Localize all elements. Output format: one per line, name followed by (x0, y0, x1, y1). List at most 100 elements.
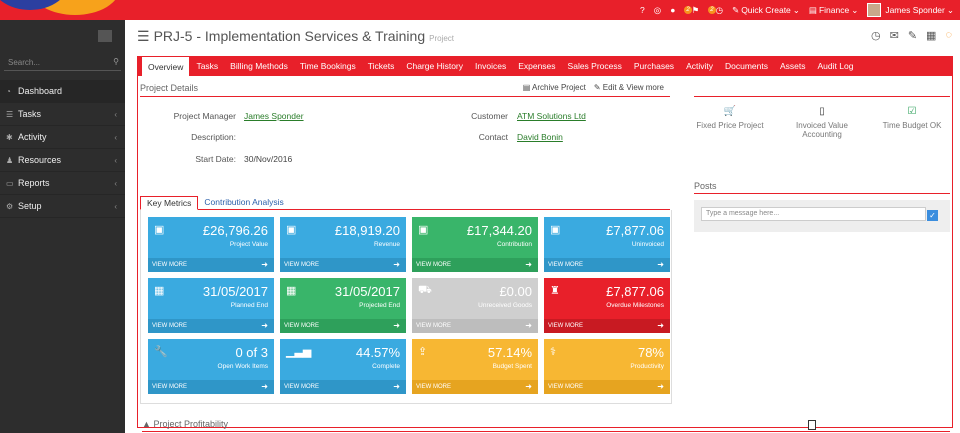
tab-billing-methods[interactable]: Billing Methods (224, 56, 294, 76)
tab-tasks[interactable]: Tasks (190, 56, 224, 76)
view-more-link[interactable]: VIEW MORE ➜ (412, 319, 538, 333)
chevron-left-icon: ‹ (114, 201, 117, 211)
sidebar-toggle-button[interactable] (98, 30, 112, 42)
tab-expenses[interactable]: Expenses (512, 56, 561, 76)
calendar-icon[interactable]: ▦ (926, 29, 936, 42)
fixed-price-label: Fixed Price Project (696, 121, 764, 130)
view-more-label: VIEW MORE (416, 384, 452, 390)
arrow-right-icon: ➜ (657, 382, 664, 391)
tab-audit-log[interactable]: Audit Log (812, 56, 860, 76)
sidebar-item-setup[interactable]: ⚙ Setup ‹ (0, 195, 125, 218)
document-icon: ▯ (819, 106, 825, 117)
money-icon: ▣ (418, 224, 429, 236)
pencil-icon[interactable]: ✎ (908, 29, 917, 42)
view-more-link[interactable]: VIEW MORE ➜ (412, 258, 538, 272)
help-icon[interactable]: ? (640, 5, 645, 15)
notifications-icon[interactable]: 2 ⚑ (684, 5, 699, 16)
budget-spent-tile[interactable]: ⇪ 57.14% Budget Spent VIEW MORE ➜ (412, 339, 538, 394)
tile-label: Productivity (630, 363, 664, 370)
sidebar-item-activity[interactable]: ✱ Activity ‹ (0, 126, 125, 149)
tab-key-metrics[interactable]: Key Metrics (140, 196, 199, 210)
tile-value: 31/05/2017 (334, 284, 400, 299)
company-logo[interactable] (0, 0, 125, 20)
view-more-link[interactable]: VIEW MORE ➜ (148, 380, 274, 394)
resources-icon: ♟ (6, 155, 14, 165)
tab-activity[interactable]: Activity (680, 56, 719, 76)
view-more-link[interactable]: VIEW MORE ➜ (412, 380, 538, 394)
sidebar-item-label: Resources (18, 155, 62, 165)
mouse-cursor (808, 420, 816, 430)
view-more-link[interactable]: VIEW MORE ➜ (544, 258, 670, 272)
archive-icon: ▤ (522, 83, 531, 92)
sidebar-item-label: Reports (18, 178, 50, 188)
comments-icon[interactable]: ◌ (945, 29, 952, 42)
envelope-icon[interactable]: ✉ (890, 29, 899, 42)
revenue-tile[interactable]: ▣ £18,919.20 Revenue VIEW MORE ➜ (280, 217, 406, 272)
clock-icon[interactable]: 2 ◷ (708, 5, 723, 16)
planned-end-tile[interactable]: ▦ 31/05/2017 Planned End VIEW MORE ➜ (148, 278, 274, 333)
projected-end-tile[interactable]: ▦ 31/05/2017 Projected End VIEW MORE ➜ (280, 278, 406, 333)
project-manager-link[interactable]: James Sponder (244, 111, 304, 121)
tab-sales-process[interactable]: Sales Process (562, 56, 628, 76)
sidebar-item-resources[interactable]: ♟ Resources ‹ (0, 149, 125, 172)
project-tabs: Overview Tasks Billing Methods Time Book… (137, 56, 953, 76)
archive-project-link[interactable]: ▤ Archive Project (523, 83, 586, 92)
tab-time-bookings[interactable]: Time Bookings (294, 56, 362, 76)
sidebar-item-tasks[interactable]: ☰ Tasks ‹ (0, 103, 125, 126)
message-input[interactable]: Type a message here... (701, 207, 926, 221)
complete-tile[interactable]: ▁▃▅ 44.57% Complete VIEW MORE ➜ (280, 339, 406, 394)
view-more-link[interactable]: VIEW MORE ➜ (280, 380, 406, 394)
view-more-label: VIEW MORE (416, 262, 452, 268)
view-more-label: VIEW MORE (416, 323, 452, 329)
tab-assets[interactable]: Assets (774, 56, 812, 76)
title-actions: ◷ ✉ ✎ ▦ ◌ (871, 29, 952, 42)
view-more-link[interactable]: VIEW MORE ➜ (280, 258, 406, 272)
tile-value: £17,344.20 (466, 223, 532, 238)
time-budget-label: Time Budget OK (882, 121, 942, 130)
project-profitability-header[interactable]: ▲ Project Profitability (142, 419, 950, 432)
overdue-milestones-tile[interactable]: ♜ £7,877.06 Overdue Milestones VIEW MORE ➜ (544, 278, 670, 333)
sidebar-item-label: Tasks (18, 109, 42, 119)
view-more-link[interactable]: VIEW MORE ➜ (544, 380, 670, 394)
tab-invoices[interactable]: Invoices (469, 56, 512, 76)
customer-link[interactable]: ATM Solutions Ltd (517, 111, 586, 121)
view-more-link[interactable]: VIEW MORE ➜ (544, 319, 670, 333)
tab-charge-history[interactable]: Charge History (400, 56, 469, 76)
notification-badge: 2 (684, 6, 692, 14)
sidebar-item-reports[interactable]: ▭ Reports ‹ (0, 172, 125, 195)
search-icon[interactable]: ⚲ (113, 57, 119, 66)
open-work-items-tile[interactable]: 🔧 0 of 3 Open Work Items VIEW MORE ➜ (148, 339, 274, 394)
unreceived-goods-tile[interactable]: ⛟ £0.00 Unreceived Goods VIEW MORE ➜ (412, 278, 538, 333)
finance-menu[interactable]: ▤ Finance ⌄ (809, 5, 858, 16)
view-more-link[interactable]: VIEW MORE ➜ (148, 319, 274, 333)
clock-icon[interactable]: ◷ (871, 29, 881, 42)
sidebar-item-dashboard[interactable]: ◔ Dashboard (0, 80, 125, 103)
archive-label: Archive Project (532, 83, 586, 92)
tab-overview[interactable]: Overview (141, 56, 191, 76)
tab-documents[interactable]: Documents (719, 56, 774, 76)
metrics-tiles: ▣ £26,796.26 Project Value VIEW MORE ➜ ▣ £18,… (140, 210, 672, 404)
wrench-icon: 🔧 (154, 346, 168, 358)
globe-icon[interactable]: ◎ (654, 5, 661, 16)
quick-create-menu[interactable]: ✎ Quick Create ⌄ (732, 5, 800, 16)
project-value-tile[interactable]: ▣ £26,796.26 Project Value VIEW MORE ➜ (148, 217, 274, 272)
view-more-link[interactable]: VIEW MORE ➜ (148, 258, 274, 272)
upload-icon: ⇪ (418, 346, 428, 358)
divider (694, 96, 950, 97)
view-more-link[interactable]: VIEW MORE ➜ (280, 319, 406, 333)
tab-contribution-analysis[interactable]: Contribution Analysis (198, 196, 289, 210)
project-manager-label: Project Manager (173, 111, 236, 121)
search-placeholder: Search... (8, 58, 41, 67)
tab-tickets[interactable]: Tickets (362, 56, 401, 76)
edit-view-more-link[interactable]: ✎ Edit & View more (594, 83, 664, 92)
contact-link[interactable]: David Bonin (517, 132, 563, 142)
productivity-tile[interactable]: ⚕ 78% Productivity VIEW MORE ➜ (544, 339, 670, 394)
uninvoiced-tile[interactable]: ▣ £7,877.06 Uninvoiced VIEW MORE ➜ (544, 217, 670, 272)
search-input[interactable]: Search... ⚲ (4, 54, 121, 71)
send-check-icon[interactable]: ✓ (927, 210, 938, 221)
chat-icon[interactable]: ● (670, 5, 675, 15)
contribution-tile[interactable]: ▣ £17,344.20 Contribution VIEW MORE ➜ (412, 217, 538, 272)
reports-icon: ▭ (6, 178, 14, 188)
tab-purchases[interactable]: Purchases (628, 56, 680, 76)
user-menu[interactable]: James Sponder ⌄ (867, 3, 954, 17)
